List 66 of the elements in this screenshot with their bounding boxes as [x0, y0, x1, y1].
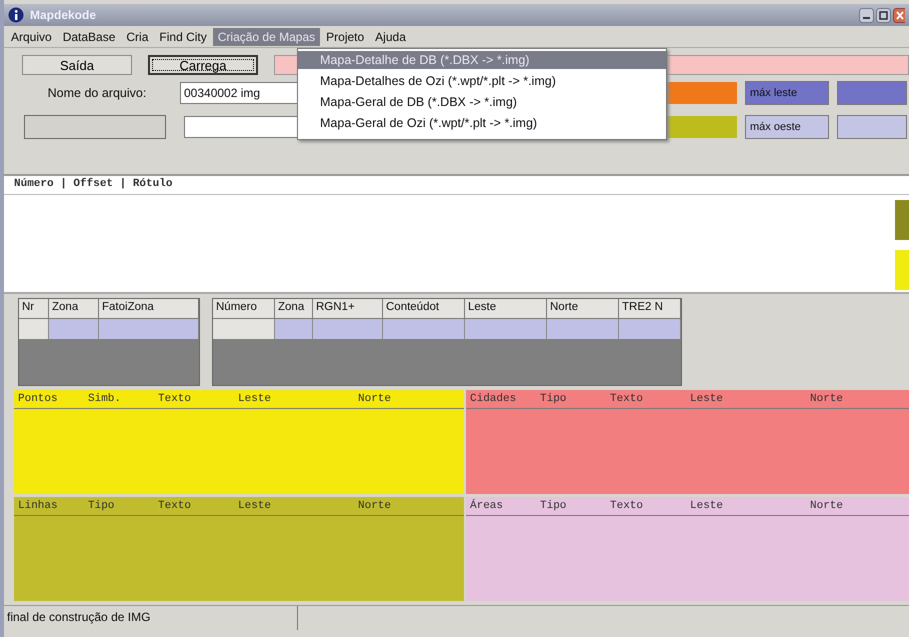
- maximize-icon[interactable]: [876, 8, 891, 22]
- column-header: Tipo: [540, 393, 568, 405]
- column-header: Texto: [158, 500, 192, 512]
- table-cell[interactable]: [313, 319, 383, 339]
- bound-field[interactable]: [837, 115, 907, 139]
- column-header: Leste: [238, 393, 272, 405]
- column-header[interactable]: Conteúdot: [383, 299, 465, 319]
- column-header: Cidades: [470, 393, 518, 405]
- close-icon[interactable]: [893, 8, 905, 22]
- column-header: Norte: [810, 393, 844, 405]
- menu-item[interactable]: Ajuda: [370, 28, 411, 46]
- menu-item[interactable]: Projeto: [321, 28, 370, 46]
- color-field[interactable]: [665, 116, 737, 138]
- side-tab[interactable]: [895, 250, 909, 290]
- column-header: Texto: [158, 393, 192, 405]
- table-cell[interactable]: [547, 319, 619, 339]
- column-header: Norte: [810, 500, 844, 512]
- column-header: Texto: [610, 500, 644, 512]
- column-header: Leste: [690, 393, 724, 405]
- side-tab[interactable]: [895, 200, 909, 240]
- menu-item[interactable]: Find City: [154, 28, 212, 46]
- column-header: Pontos: [18, 393, 59, 405]
- info-icon: [8, 7, 24, 23]
- menu-item[interactable]: DataBase: [58, 28, 120, 46]
- text-field[interactable]: [24, 115, 166, 139]
- menu-item[interactable]: Arquivo: [6, 28, 57, 46]
- column-header: Simb.: [88, 393, 122, 405]
- bound-label: máx leste: [745, 81, 829, 105]
- column-header: Linhas: [18, 500, 59, 512]
- column-header: Leste: [690, 500, 724, 512]
- table-cell[interactable]: [19, 319, 49, 339]
- toolbar-button[interactable]: Carrega: [148, 55, 258, 75]
- column-header[interactable]: FatoiZona: [99, 299, 199, 319]
- column-header[interactable]: RGN1+: [313, 299, 383, 319]
- toolbar-button[interactable]: Saída: [22, 55, 132, 75]
- column-header[interactable]: Nr: [19, 299, 49, 319]
- column-header: Norte: [358, 500, 392, 512]
- bound-label: máx oeste: [745, 115, 829, 139]
- column-header: Leste: [238, 500, 272, 512]
- column-header[interactable]: Norte: [547, 299, 619, 319]
- table-cell[interactable]: [275, 319, 313, 339]
- table-cell[interactable]: [213, 319, 275, 339]
- column-header[interactable]: Zona: [275, 299, 313, 319]
- bound-field[interactable]: [837, 81, 907, 105]
- column-header: Norte: [358, 393, 392, 405]
- menu-item[interactable]: Mapa-Geral de Ozi (*.wpt/*.plt -> *.img): [298, 114, 666, 132]
- column-header[interactable]: Número: [213, 299, 275, 319]
- column-header[interactable]: Leste: [465, 299, 547, 319]
- minimize-icon[interactable]: [859, 8, 874, 22]
- window-title: Mapdekode: [30, 8, 98, 22]
- column-header[interactable]: Zona: [49, 299, 99, 319]
- table-cell[interactable]: [619, 319, 681, 339]
- column-header: Áreas: [470, 500, 504, 512]
- column-header[interactable]: TRE2 N: [619, 299, 681, 319]
- status-text: final de construção de IMG: [4, 606, 298, 630]
- table-cell[interactable]: [99, 319, 199, 339]
- color-field[interactable]: [665, 82, 737, 104]
- file-name-label: Nome do arquivo:: [46, 86, 148, 100]
- column-header: Tipo: [88, 500, 116, 512]
- table-cell[interactable]: [465, 319, 547, 339]
- column-header: Texto: [610, 393, 644, 405]
- table-cell[interactable]: [383, 319, 465, 339]
- table-cell[interactable]: [49, 319, 99, 339]
- list-header: Número | Offset | Rótulo: [4, 176, 909, 195]
- column-header: Tipo: [540, 500, 568, 512]
- menu-item[interactable]: Cria: [121, 28, 154, 46]
